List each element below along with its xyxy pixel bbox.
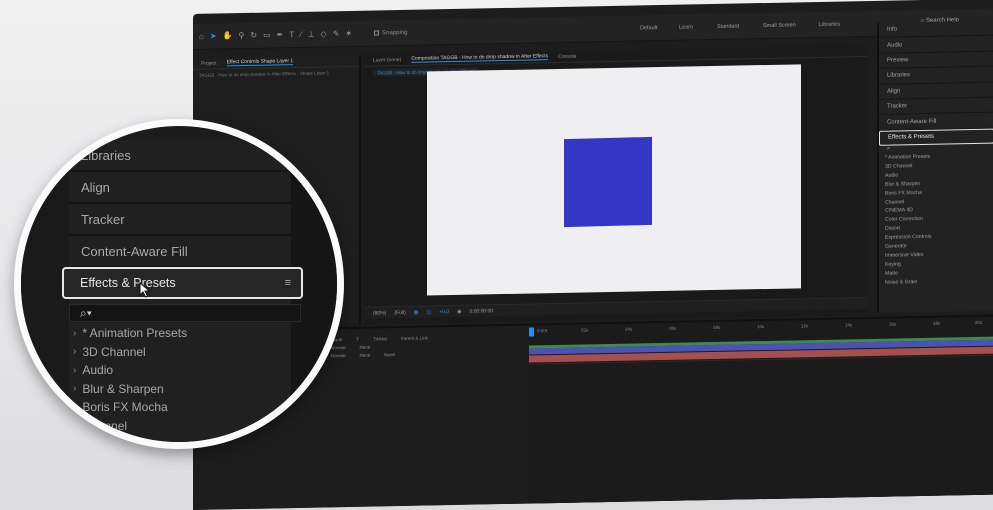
composition-canvas[interactable]: [427, 64, 801, 296]
layer-columns: Mode T TrkMat Parent & Link Normal None …: [331, 332, 531, 506]
right-panels: Info Audio Preview Libraries Align Track…: [877, 20, 993, 313]
magnified-effects-list: › * Animation Presets › 3D Channel › Audio …: [73, 324, 303, 435]
tab-project[interactable]: Project: [201, 60, 217, 66]
list-item-label: Channel: [82, 418, 128, 433]
column-parent: Parent & Link: [400, 334, 428, 341]
tab-layer[interactable]: Layer (none): [373, 56, 401, 63]
zoom-tool-icon[interactable]: ⚲: [239, 31, 245, 40]
list-item-label: Blur & Sharpen: [82, 381, 164, 396]
ruler-mark: 0:00f: [537, 328, 548, 334]
playhead-handle[interactable]: [529, 327, 534, 337]
ruler-mark: 18s: [933, 320, 941, 326]
ruler-mark: 20s: [975, 319, 983, 325]
search-icon: ⌕: [887, 145, 891, 152]
chevron-right-icon: ›: [73, 346, 77, 358]
ruler-mark: 06s: [669, 325, 677, 331]
panel-libraries[interactable]: Libraries: [69, 140, 299, 172]
ruler-mark: 02s: [581, 327, 589, 333]
home-icon[interactable]: ⌂: [199, 32, 204, 41]
panel-align[interactable]: Align: [69, 172, 299, 204]
tab-effect-controls[interactable]: Effect Controls Shape Layer 1: [226, 58, 294, 67]
eraser-tool-icon[interactable]: ◇: [321, 29, 327, 38]
panel-menu-icon[interactable]: ≡: [285, 277, 291, 289]
effects-category-list: * Animation Presets 3D Channel Audio Blu…: [879, 153, 993, 289]
effect-controls-subtitle: TAGGB · How to do drop shadow in After E…: [199, 70, 330, 78]
chevron-right-icon: ›: [73, 401, 77, 413]
chevron-right-icon: ›: [73, 364, 77, 376]
selection-tool-icon[interactable]: ➤: [210, 32, 217, 41]
roto-tool-icon[interactable]: ✎: [333, 29, 340, 38]
tools-toolbar: ⌂ ➤ ✋ ⚲ ↻ ▭ ✒ T ⁄ ⊥ ◇ ✎ ✶ Snapping Defau…: [193, 8, 993, 51]
panel-effects-presets-highlight[interactable]: Effects & Presets ≡: [62, 267, 303, 299]
viewer-controls-bar: (80%) (Full) ▦ ◫ +0.0 ◉ 0:00:00:00: [365, 297, 867, 319]
effects-presets-label: Effects & Presets: [80, 276, 176, 290]
chevron-right-icon: ›: [73, 327, 77, 339]
zoom-select[interactable]: (80%): [373, 310, 386, 316]
timecode-display[interactable]: 0:00:00:00: [469, 308, 493, 314]
type-tool-icon[interactable]: T: [289, 30, 294, 39]
list-item[interactable]: › Blur & Sharpen: [73, 380, 303, 399]
chevron-right-icon: ›: [73, 383, 77, 395]
stamp-tool-icon[interactable]: ⊥: [308, 30, 315, 39]
snapping-toggle[interactable]: Snapping: [374, 29, 407, 36]
exposure-value[interactable]: +0.0: [439, 309, 449, 315]
effects-search-input[interactable]: ⌕▾: [69, 304, 301, 322]
layer-trkmat-select[interactable]: None: [360, 352, 371, 357]
checkbox-icon: [374, 30, 380, 36]
rectangle-tool-icon[interactable]: ▭: [263, 31, 271, 40]
chevron-right-icon: ›: [73, 420, 77, 432]
tab-composition[interactable]: Composition TAGGB - How to do drop shado…: [411, 53, 549, 63]
ruler-mark: 10s: [757, 324, 765, 330]
list-item[interactable]: › Boris FX Mocha: [73, 398, 303, 417]
ruler-mark: 12s: [801, 323, 809, 329]
workspace-small-screen[interactable]: Small Screen: [763, 22, 796, 29]
ruler-mark: 14s: [845, 322, 853, 328]
workspace-default[interactable]: Default: [640, 25, 657, 31]
pen-tool-icon[interactable]: ✒: [277, 30, 284, 39]
hand-tool-icon[interactable]: ✋: [223, 31, 233, 40]
tab-console[interactable]: Console: [558, 53, 576, 59]
workspace-standard[interactable]: Standard: [717, 24, 739, 30]
layer-parent-select[interactable]: None: [360, 344, 371, 349]
list-item[interactable]: › * Animation Presets: [73, 324, 303, 343]
list-item-label: Boris FX Mocha: [82, 400, 168, 415]
list-item[interactable]: › Channel: [73, 417, 303, 436]
column-t: T: [356, 336, 360, 342]
list-item-label: 3D Channel: [82, 344, 146, 359]
zoom-magnifier: Libraries Align Tracker Content-Aware Fi…: [14, 119, 344, 449]
brush-tool-icon[interactable]: ⁄: [300, 30, 301, 39]
puppet-tool-icon[interactable]: ✶: [345, 29, 352, 38]
camera-icon[interactable]: ◉: [457, 308, 461, 314]
list-item[interactable]: › Audio: [73, 361, 303, 380]
resolution-select[interactable]: (Full): [394, 309, 405, 315]
ruler-mark: 16s: [889, 321, 897, 327]
search-icon: ⌕▾: [80, 305, 92, 320]
layer-parent-select[interactable]: None: [384, 352, 395, 357]
panel-tracker[interactable]: Tracker: [69, 204, 299, 236]
list-item-label: Audio: [82, 363, 114, 378]
grid-icon[interactable]: ▦: [414, 309, 419, 315]
workspace-learn[interactable]: Learn: [679, 24, 693, 30]
list-item[interactable]: › 3D Channel: [73, 343, 303, 362]
mouse-cursor-icon: [139, 282, 151, 298]
list-item[interactable]: Noise & Grain: [885, 277, 993, 288]
ruler-mark: 08s: [713, 324, 721, 331]
mask-icon[interactable]: ◫: [426, 309, 431, 315]
column-trkmat: TrkMat: [373, 335, 387, 342]
shape-layer-square[interactable]: [564, 136, 652, 228]
timeline-tracks[interactable]: 0:00f 02s 04s 06s 08s 10s 12s 14s 16s 18…: [529, 316, 993, 506]
workspace-libraries[interactable]: Libraries: [819, 22, 840, 28]
time-ruler[interactable]: 0:00f 02s 04s 06s 08s 10s 12s 14s 16s 18…: [529, 319, 993, 337]
ruler-mark: 04s: [625, 326, 633, 332]
panel-content-aware-fill[interactable]: Content-Aware Fill: [879, 112, 993, 131]
panel-content-aware-fill[interactable]: Content-Aware Fill: [69, 236, 299, 268]
composition-viewer: Layer (none) Composition TAGGB - How to …: [365, 45, 867, 325]
list-item-label: * Animation Presets: [82, 326, 188, 341]
rotate-tool-icon[interactable]: ↻: [250, 31, 257, 40]
snapping-label: Snapping: [382, 29, 408, 36]
